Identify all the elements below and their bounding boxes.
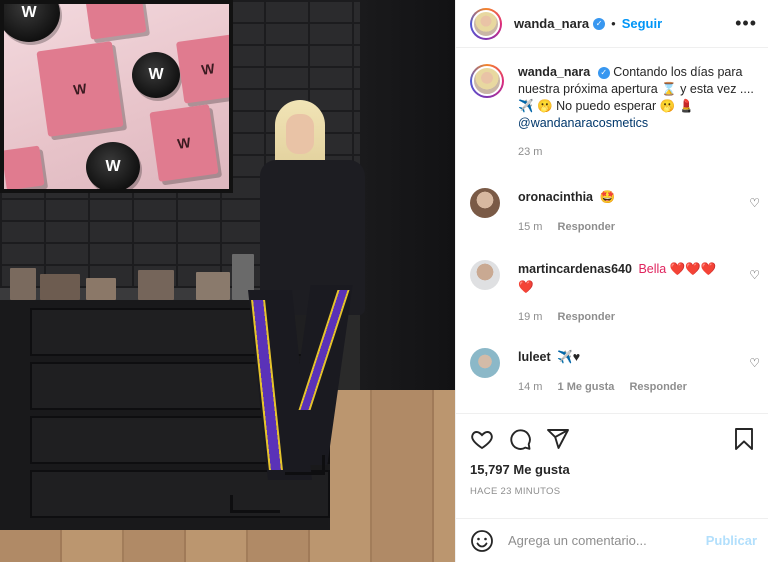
caption-age: 23 m [518,146,543,158]
share-icon[interactable] [546,427,570,451]
comment-body: martincardenas640 Bella ❤️❤️❤️❤️ 19 m Re… [518,260,728,326]
post-caption: wanda_nara ✓ Contando los días para nues… [470,64,757,161]
reply-button[interactable]: Responder [629,381,686,393]
caption-body: wanda_nara ✓ Contando los días para nues… [518,64,754,161]
reply-button[interactable]: Responder [558,311,615,323]
comment-body: oronacinthia 🤩 15 m Responder [518,188,728,236]
post-sidebar: wanda_nara ✓ • Seguir ••• wanda_nara ✓ C… [455,0,768,562]
heart-icon[interactable] [470,427,494,451]
verified-badge-icon: ✓ [593,17,606,30]
product-display [86,278,116,300]
heel-right [285,455,325,475]
caption-username[interactable]: wanda_nara [518,65,590,79]
product-display [138,270,174,300]
author-username[interactable]: wanda_nara [514,16,589,31]
product-box: W [36,41,124,137]
like-comment-heart-icon[interactable]: ♡ [749,356,760,370]
comment-text: 🤩 [599,190,616,204]
comment-item: oronacinthia 🤩 15 m Responder ♡ [470,188,760,236]
comment-icon[interactable] [508,427,532,451]
post-header: wanda_nara ✓ • Seguir ••• [456,0,768,48]
comment-age: 15 m [518,221,543,233]
woman-figure [230,100,370,520]
comment-body: luleet ✈️♥ 14 m 1 Me gusta Responder [518,348,728,396]
comment-avatar[interactable] [470,348,500,378]
product-box [4,145,45,189]
follow-button[interactable]: Seguir [622,16,662,31]
comment-meta: 14 m 1 Me gusta Responder [518,378,728,396]
product-jar: W [86,142,140,189]
wall-screen: W W W W W W [0,0,233,193]
product-display [10,268,36,300]
like-comment-heart-icon[interactable]: ♡ [749,268,760,282]
comment-item: martincardenas640 Bella ❤️❤️❤️❤️ 19 m Re… [470,260,760,326]
post-time: HACE 23 MINUTOS [470,486,561,497]
screen-content: W W W W W W [4,4,229,189]
comments-section: wanda_nara ✓ Contando los días para nues… [456,48,768,413]
publish-button[interactable]: Publicar [706,533,757,548]
product-box [85,4,147,40]
product-box: W [149,104,219,182]
product-jar: W [132,52,180,98]
product-display [40,274,80,300]
like-comment-heart-icon[interactable]: ♡ [749,196,760,210]
comment-age: 14 m [518,381,543,393]
caption-avatar[interactable] [470,64,504,98]
comment-meta: 19 m Responder [518,308,728,326]
heel-left [230,495,280,513]
verified-badge-icon: ✓ [597,66,610,79]
more-options-icon[interactable]: ••• [735,13,757,34]
action-icons [470,426,755,452]
likes-count[interactable]: 15,797 Me gusta [470,462,755,477]
comment-likes[interactable]: 1 Me gusta [558,381,615,393]
reply-button[interactable]: Responder [558,221,615,233]
comment-age: 19 m [518,311,543,323]
comment-username[interactable]: oronacinthia [518,190,593,204]
comment-input[interactable] [508,533,698,548]
comment-text: ✈️♥ [557,350,581,364]
comment-meta: 15 m Responder [518,218,728,236]
post-actions: 15,797 Me gusta HACE 23 MINUTOS [456,413,768,516]
post-photo[interactable]: W W W W W W [0,0,455,562]
face [286,114,314,154]
separator-dot: • [611,16,616,31]
bookmark-icon[interactable] [733,427,755,451]
product-display [196,272,230,300]
comment-username[interactable]: martincardenas640 [518,262,632,276]
product-box: W [175,34,229,104]
emoji-icon[interactable] [470,529,494,553]
comment-item: luleet ✈️♥ 14 m 1 Me gusta Responder ♡ [470,348,760,396]
product-jar: W [4,4,60,42]
comment-avatar[interactable] [470,188,500,218]
author-avatar[interactable] [470,7,502,40]
comment-avatar[interactable] [470,260,500,290]
comment-username[interactable]: luleet [518,350,551,364]
caption-mention[interactable]: @wandanaracosmetics [518,115,754,132]
add-comment-bar: Publicar [456,518,768,562]
dark-pillar [360,0,455,390]
